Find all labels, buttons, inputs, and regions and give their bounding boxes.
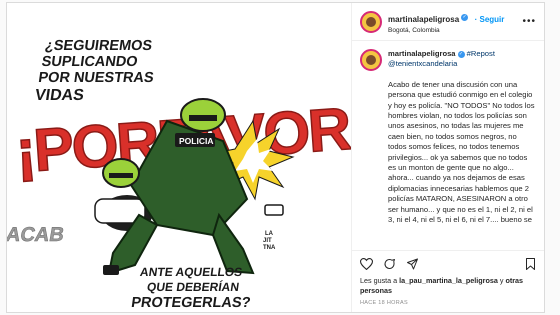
likes-and: y [499, 276, 504, 285]
poster-top-line4: VIDAS [34, 86, 86, 104]
post-card: ¿SEGUIREMOS SUPLICANDO POR NUESTRAS VIDA… [6, 2, 545, 313]
more-icon[interactable]: ••• [522, 16, 536, 27]
instagram-frame: ¿SEGUIREMOS SUPLICANDO POR NUESTRAS VIDA… [0, 0, 560, 315]
likes-prefix: Les gusta a [360, 276, 398, 285]
poster-police-label: POLICIA [179, 136, 213, 146]
artist-tag-2: JIT [263, 238, 272, 244]
poster-bottom-line1: ANTE AQUELLOS [139, 265, 243, 279]
caption-text: Acabo de tener una discusión con una per… [388, 79, 535, 225]
post-header: martinalapeligrosa ✓ · Seguir Bogotá, Col… [352, 3, 544, 41]
poster-illustration: ¿SEGUIREMOS SUPLICANDO POR NUESTRAS VIDA… [7, 3, 351, 312]
likes-user-1[interactable]: la_pau_martina [399, 276, 452, 285]
avatar[interactable] [360, 10, 382, 33]
poster-bottom-line3: PROTEGERLAS? [130, 295, 251, 311]
caption-body: martinalapeligrosa ✓ #Repost @tenientxcan… [388, 49, 536, 250]
likes-line: Les gusta a la_pau_martina_la_peligrosa … [360, 276, 524, 295]
follow-label: Seguir [479, 15, 505, 24]
poster-top-line3: POR NUESTRAS [37, 70, 155, 86]
post-timestamp[interactable]: HACE 18 HORAS [352, 296, 544, 312]
caption-mention[interactable]: @tenientxcandelaria [388, 59, 457, 68]
location-link[interactable]: Bogotá, Colombia [388, 27, 504, 35]
action-bar [352, 250, 544, 276]
post-sidebar: martinalapeligrosa ✓ · Seguir Bogotá, Col… [352, 3, 544, 312]
follow-button[interactable]: · Seguir [475, 15, 505, 24]
poster-bottom-line2: QUE DEBERÍAN [146, 279, 240, 294]
caption-username[interactable]: martinalapeligrosa [388, 49, 456, 58]
post-image[interactable]: ¿SEGUIREMOS SUPLICANDO POR NUESTRAS VIDA… [7, 3, 352, 312]
bookmark-icon[interactable] [525, 257, 536, 270]
caption-avatar[interactable] [360, 49, 382, 71]
verified-icon: ✓ [457, 50, 465, 58]
likes-user-2[interactable]: la_peligrosa [456, 276, 498, 285]
header-username[interactable]: martinalapeligrosa [388, 15, 459, 24]
verified-icon: ✓ [461, 14, 469, 22]
poster-acab: ACAB [7, 224, 66, 246]
poster-top-line2: SUPLICANDO [41, 54, 139, 70]
artist-tag-1: LA [265, 231, 274, 237]
comment-icon[interactable] [383, 258, 396, 270]
artist-tag-3: TNA [263, 245, 276, 251]
poster-top-line1: ¿SEGUIREMOS [44, 38, 154, 54]
header-text: martinalapeligrosa ✓ · Seguir Bogotá, Col… [388, 8, 504, 35]
share-icon[interactable] [406, 258, 419, 270]
heart-icon[interactable] [360, 257, 373, 270]
caption-area: martinalapeligrosa ✓ #Repost @tenientxcan… [352, 41, 544, 250]
caption-hashtag[interactable]: #Repost [467, 49, 495, 58]
